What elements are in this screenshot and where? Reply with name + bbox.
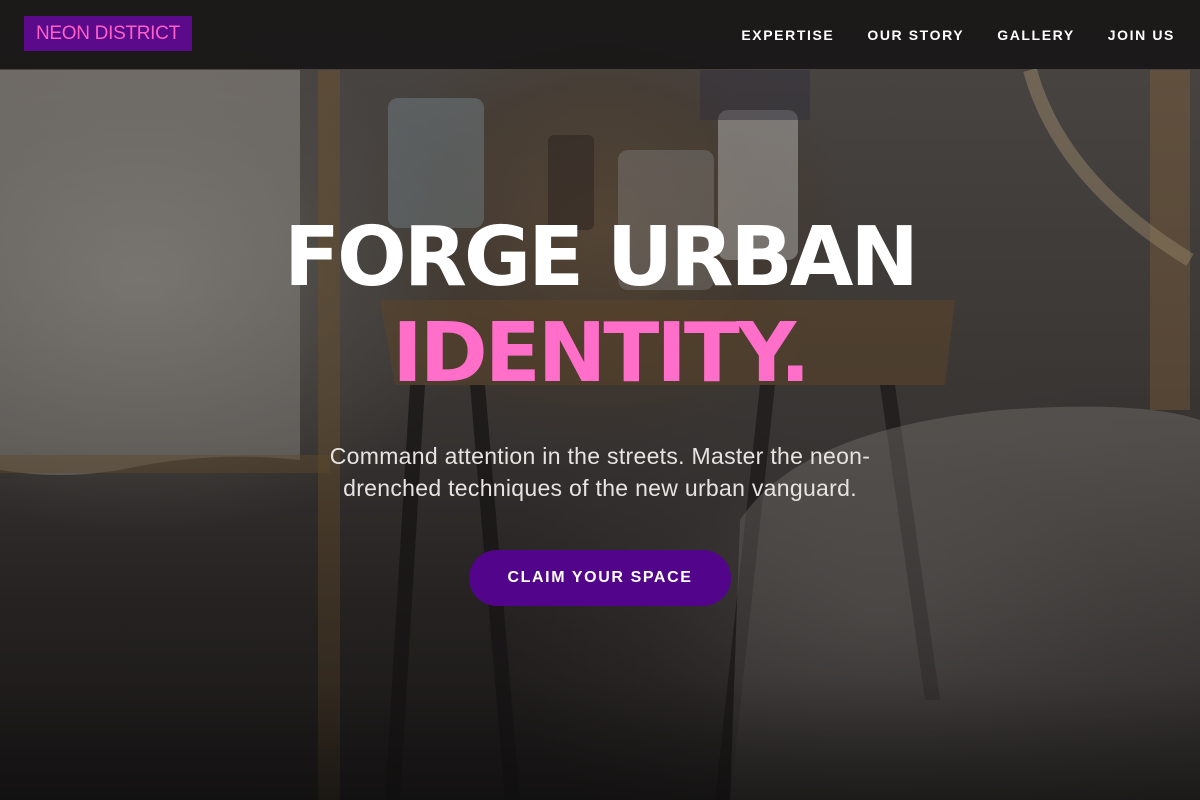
headline-line-2-accent: IDENTITY.	[392, 306, 811, 401]
main-nav: EXPERTISE OUR STORY GALLERY JOIN US	[741, 0, 1175, 69]
nav-link-our-story[interactable]: OUR STORY	[867, 27, 964, 43]
nav-link-join-us[interactable]: JOIN US	[1108, 27, 1175, 43]
claim-your-space-button[interactable]: CLAIM YOUR SPACE	[469, 550, 731, 606]
hero-section: FORGE URBAN IDENTITY. Command attention …	[0, 210, 1200, 606]
brand-logo[interactable]: NEON DISTRICT	[24, 16, 192, 51]
hero-subtitle: Command attention in the streets. Master…	[329, 443, 871, 501]
top-navbar: NEON DISTRICT EXPERTISE OUR STORY GALLER…	[0, 0, 1200, 69]
nav-link-expertise[interactable]: EXPERTISE	[741, 27, 834, 43]
headline-line-1: FORGE URBAN	[283, 210, 919, 305]
hero-headline: FORGE URBAN IDENTITY.	[0, 210, 1200, 402]
landing-page: NEON DISTRICT EXPERTISE OUR STORY GALLER…	[0, 0, 1200, 800]
nav-link-gallery[interactable]: GALLERY	[997, 27, 1075, 43]
